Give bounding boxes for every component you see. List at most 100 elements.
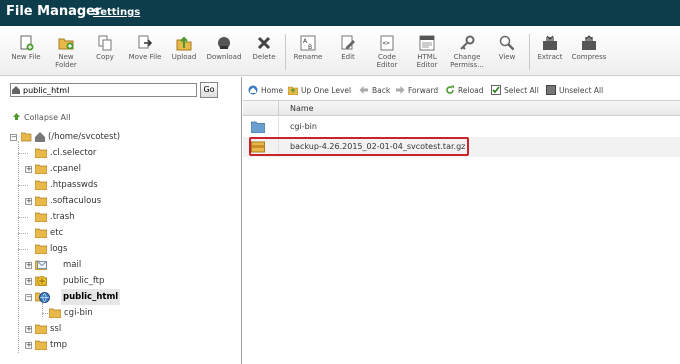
tree-label: .cpanel (50, 164, 81, 174)
rename-icon: AB (300, 35, 316, 51)
tree-label: cgi-bin (64, 308, 93, 318)
move-file-icon (138, 35, 153, 49)
file-list-pane: Home Up One Level Back Forward Reload Se… (243, 77, 680, 364)
settings-link[interactable]: Settings (93, 7, 140, 18)
tree-label: .trash (50, 212, 75, 222)
navigation-toolbar: Home Up One Level Back Forward Reload Se… (243, 84, 680, 98)
folder-icon (35, 324, 47, 334)
folder-icon (49, 308, 61, 318)
extract-button[interactable]: Extract (528, 33, 572, 75)
tree-guide-line (42, 313, 48, 314)
html-editor-button[interactable]: HTML Editor (405, 33, 449, 75)
new-file-label: New File (11, 53, 41, 61)
tree-label: tmp (50, 340, 68, 350)
tree-guide-line (42, 303, 43, 317)
edit-button[interactable]: Edit (326, 33, 370, 75)
change-permissions-label-1: Change (453, 53, 481, 61)
change-permissions-label-2: Permiss... (450, 61, 484, 69)
edit-label: Edit (341, 53, 355, 61)
folder-icon (35, 212, 47, 222)
delete-button[interactable]: Delete (242, 33, 286, 75)
file-row[interactable]: backup-4.26.2015_02-01-04_svcotest.tar.g… (243, 137, 680, 157)
home-button[interactable]: Home (248, 84, 283, 98)
column-divider (278, 101, 279, 116)
forward-button[interactable]: Forward (395, 84, 438, 98)
file-name: backup-4.26.2015_02-01-04_svcotest.tar.g… (290, 142, 466, 151)
file-manager-app: File Manager Settings New File New Folde… (0, 0, 680, 364)
compress-button[interactable]: Compress (567, 33, 611, 75)
folder-icon (35, 196, 47, 206)
up-one-level-button[interactable]: Up One Level (288, 84, 351, 98)
new-file-button[interactable]: New File (4, 33, 48, 75)
mail-icon (37, 261, 47, 269)
compress-label: Compress (571, 53, 607, 61)
collapse-toggle[interactable]: − (25, 294, 32, 301)
html-editor-icon (419, 35, 435, 51)
select-all-button[interactable]: Select All (491, 84, 539, 98)
download-label: Download (206, 53, 242, 61)
name-column-header[interactable]: Name (290, 101, 314, 116)
unselect-all-button[interactable]: Unselect All (546, 84, 603, 98)
folder-icon (35, 228, 47, 238)
key-icon (460, 35, 475, 50)
column-divider (278, 137, 279, 157)
tree-label: public_html (61, 289, 121, 305)
code-editor-label-2: Editor (376, 61, 398, 69)
tree-guide-line (18, 185, 28, 186)
new-folder-icon (58, 38, 74, 50)
go-button[interactable]: Go (200, 82, 218, 98)
column-divider (278, 117, 279, 137)
collapse-all-button[interactable]: Collapse All (12, 112, 70, 122)
svg-text:B: B (308, 44, 312, 51)
expand-toggle[interactable]: + (25, 326, 32, 333)
copy-icon (98, 35, 112, 51)
select-all-label: Select All (504, 86, 539, 95)
tree-label: (/home/svcotest) (48, 132, 121, 142)
extract-label: Extract (537, 53, 563, 61)
extract-icon (543, 35, 557, 50)
reload-icon (446, 85, 454, 94)
new-folder-button[interactable]: New Folder (44, 33, 88, 75)
rename-button[interactable]: AB Rename (286, 33, 330, 75)
tree-label: logs (50, 244, 68, 254)
expand-toggle[interactable]: + (25, 342, 32, 349)
code-editor-button[interactable]: <> Code Editor (365, 33, 409, 75)
reload-button[interactable]: Reload (445, 84, 484, 98)
back-arrow-icon (359, 86, 368, 94)
view-label: View (498, 53, 516, 61)
expand-toggle[interactable]: + (25, 198, 32, 205)
expand-toggle[interactable]: + (25, 262, 32, 269)
back-label: Back (372, 86, 391, 95)
folder-icon (251, 121, 265, 133)
back-button[interactable]: Back (359, 84, 390, 98)
archive-icon (251, 141, 265, 153)
collapse-icon (13, 113, 20, 120)
title-bar: File Manager Settings (0, 0, 680, 26)
html-editor-label-1: HTML (417, 53, 437, 61)
collapse-toggle[interactable]: − (10, 134, 17, 141)
file-list-header: Name (243, 100, 680, 116)
move-file-button[interactable]: Move File (123, 33, 167, 75)
folder-icon (35, 244, 47, 254)
expand-toggle[interactable]: + (25, 278, 32, 285)
collapse-all-label: Collapse All (24, 113, 71, 122)
download-button[interactable]: Download (202, 33, 246, 75)
file-row[interactable]: cgi-bin (243, 117, 680, 137)
file-name: cgi-bin (290, 122, 317, 131)
html-editor-label-2: Editor (416, 61, 438, 69)
copy-button[interactable]: Copy (83, 33, 127, 75)
upload-button[interactable]: Upload (162, 33, 206, 75)
view-button[interactable]: View (485, 33, 529, 75)
app-title: File Manager (6, 4, 102, 19)
change-permissions-button[interactable]: Change Permiss... (445, 33, 489, 75)
forward-label: Forward (408, 86, 439, 95)
checkbox-empty-icon (546, 85, 556, 95)
directory-tree-pane: Go Collapse All − (/home/svcotest) .cl.s… (0, 77, 242, 364)
code-editor-label-1: Code (378, 53, 396, 61)
path-input[interactable] (10, 83, 197, 97)
expand-toggle[interactable]: + (25, 166, 32, 173)
forward-arrow-icon (396, 86, 405, 94)
folder-icon (35, 148, 47, 158)
home-icon (12, 86, 20, 94)
rename-label: Rename (293, 53, 323, 61)
